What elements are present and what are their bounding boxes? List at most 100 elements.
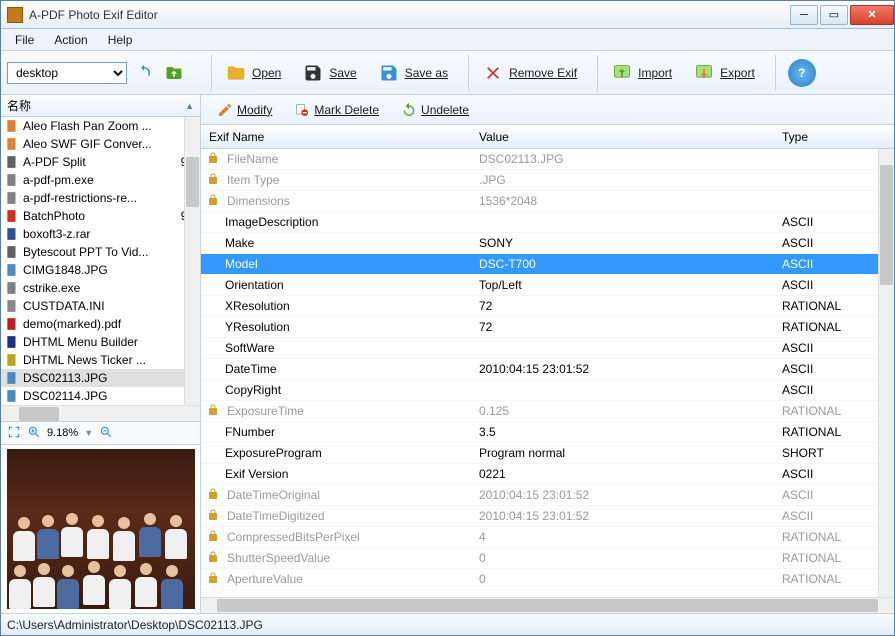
file-row[interactable]: a-pdf-restrictions-re...2 (1, 189, 200, 207)
zoom-in-icon[interactable] (27, 425, 41, 442)
exif-col-name[interactable]: Exif Name (201, 130, 471, 144)
exif-type: ASCII (774, 278, 894, 292)
file-name: DHTML News Ticker ... (23, 353, 176, 367)
exif-row[interactable]: ExposureProgramProgram normalSHORT (201, 443, 894, 464)
minimize-button[interactable]: ─ (790, 5, 818, 25)
exif-type: RATIONAL (774, 551, 894, 565)
exif-row[interactable]: ApertureValue0RATIONAL (201, 569, 894, 590)
file-icon (5, 389, 19, 403)
file-row[interactable]: DSC02113.JPG1 (1, 369, 200, 387)
exif-type: RATIONAL (774, 320, 894, 334)
exif-row[interactable]: YResolution72RATIONAL (201, 317, 894, 338)
file-icon (5, 317, 19, 331)
file-row[interactable]: BatchPhoto98 (1, 207, 200, 225)
folder-open-icon (226, 63, 246, 83)
exif-row[interactable]: FileNameDSC02113.JPG (201, 149, 894, 170)
open-button[interactable]: Open (218, 59, 289, 87)
menu-help[interactable]: Help (98, 30, 143, 50)
save-as-button[interactable]: Save as (371, 59, 456, 87)
exif-value: 3.5 (471, 425, 774, 439)
file-row[interactable]: a-pdf-pm.exe3 (1, 171, 200, 189)
file-list-scrollbar-h[interactable] (1, 405, 200, 421)
lock-icon (207, 572, 221, 586)
export-button[interactable]: Export (686, 59, 763, 87)
fit-width-icon[interactable] (7, 425, 21, 442)
exif-row[interactable]: CompressedBitsPerPixel4RATIONAL (201, 527, 894, 548)
exif-row[interactable]: DateTimeOriginal2010:04:15 23:01:52ASCII (201, 485, 894, 506)
help-button[interactable]: ? (788, 59, 816, 87)
file-row[interactable]: DHTML News Ticker ...1 (1, 351, 200, 369)
file-icon (5, 281, 19, 295)
file-row[interactable]: DHTML Menu Builder1 (1, 333, 200, 351)
exif-header[interactable]: Exif Name Value Type (201, 125, 894, 149)
exif-row[interactable]: ShutterSpeedValue0RATIONAL (201, 548, 894, 569)
menu-file[interactable]: File (5, 30, 44, 50)
up-folder-button[interactable] (161, 60, 187, 86)
file-list[interactable]: Aleo Flash Pan Zoom ...1Aleo SWF GIF Con… (1, 117, 200, 405)
file-icon (5, 119, 19, 133)
folder-select[interactable]: desktop (7, 62, 127, 84)
file-row[interactable]: CIMG1848.JPG1 (1, 261, 200, 279)
exif-row[interactable]: ImageDescriptionASCII (201, 212, 894, 233)
modify-button[interactable]: Modify (209, 100, 280, 120)
file-list-scrollbar-v[interactable] (184, 117, 200, 405)
exif-table[interactable]: FileNameDSC02113.JPGItem Type.JPGDimensi… (201, 149, 894, 597)
exif-row[interactable]: DateTime2010:04:15 23:01:52ASCII (201, 359, 894, 380)
exif-row[interactable]: ExposureTime0.125RATIONAL (201, 401, 894, 422)
file-row[interactable]: Aleo Flash Pan Zoom ...1 (1, 117, 200, 135)
exif-row[interactable]: Exif Version0221ASCII (201, 464, 894, 485)
save-button[interactable]: Save (295, 59, 364, 87)
file-name: a-pdf-restrictions-re... (23, 191, 176, 205)
mark-delete-button[interactable]: Mark Delete (286, 100, 387, 120)
exif-type: RATIONAL (774, 299, 894, 313)
exif-value: 72 (471, 320, 774, 334)
zoom-value: 9.18% (47, 427, 78, 439)
exif-col-value[interactable]: Value (471, 130, 774, 144)
file-name: Bytescout PPT To Vid... (23, 245, 176, 259)
save-as-icon (379, 63, 399, 83)
window-title: A-PDF Photo Exif Editor (29, 8, 788, 22)
exif-type: RATIONAL (774, 404, 894, 418)
zoom-dropdown-icon[interactable]: ▼ (84, 428, 93, 438)
file-name: DHTML Menu Builder (23, 335, 176, 349)
file-row[interactable]: boxoft3-z.rar2 (1, 225, 200, 243)
exif-scrollbar-h[interactable] (201, 597, 894, 613)
exif-row[interactable]: SoftWareASCII (201, 338, 894, 359)
file-row[interactable]: Aleo SWF GIF Conver...1 (1, 135, 200, 153)
exif-row[interactable]: FNumber3.5RATIONAL (201, 422, 894, 443)
file-icon (5, 299, 19, 313)
exif-col-type[interactable]: Type (774, 130, 894, 144)
exif-name: Orientation (225, 278, 284, 292)
exif-row[interactable]: CopyRightASCII (201, 380, 894, 401)
remove-exif-button[interactable]: Remove Exif (475, 59, 585, 87)
exif-row[interactable]: OrientationTop/LeftASCII (201, 275, 894, 296)
file-row[interactable]: cstrike.exe1 (1, 279, 200, 297)
undelete-button[interactable]: Undelete (393, 100, 477, 120)
file-row[interactable]: demo(marked).pdf5 (1, 315, 200, 333)
pencil-icon (217, 102, 233, 118)
file-row[interactable]: A-PDF Split92 (1, 153, 200, 171)
exif-row[interactable]: ModelDSC-T700ASCII (201, 254, 894, 275)
close-button[interactable]: ✕ (850, 5, 894, 25)
main-toolbar: desktop Open Save Save as Remove Exif Im… (1, 51, 894, 95)
file-row[interactable]: DSC02114.JPG1 (1, 387, 200, 405)
maximize-button[interactable]: ▭ (820, 5, 848, 25)
exif-row[interactable]: MakeSONYASCII (201, 233, 894, 254)
import-button[interactable]: Import (604, 59, 680, 87)
title-bar: A-PDF Photo Exif Editor ─ ▭ ✕ (1, 1, 894, 29)
exif-name: ExposureTime (227, 404, 304, 418)
exif-row[interactable]: DateTimeDigitized2010:04:15 23:01:52ASCI… (201, 506, 894, 527)
exif-scrollbar-v[interactable] (878, 149, 894, 597)
file-row[interactable]: CUSTDATA.INI1 (1, 297, 200, 315)
exif-value: 4 (471, 530, 774, 544)
exif-row[interactable]: Dimensions1536*2048 (201, 191, 894, 212)
exif-row[interactable]: XResolution72RATIONAL (201, 296, 894, 317)
file-list-header[interactable]: 名称 ▲ (1, 95, 200, 117)
exif-type: RATIONAL (774, 572, 894, 586)
app-icon (7, 7, 23, 23)
refresh-button[interactable] (131, 60, 157, 86)
zoom-out-icon[interactable] (99, 425, 113, 442)
menu-action[interactable]: Action (44, 30, 97, 50)
exif-row[interactable]: Item Type.JPG (201, 170, 894, 191)
file-row[interactable]: Bytescout PPT To Vid...1 (1, 243, 200, 261)
